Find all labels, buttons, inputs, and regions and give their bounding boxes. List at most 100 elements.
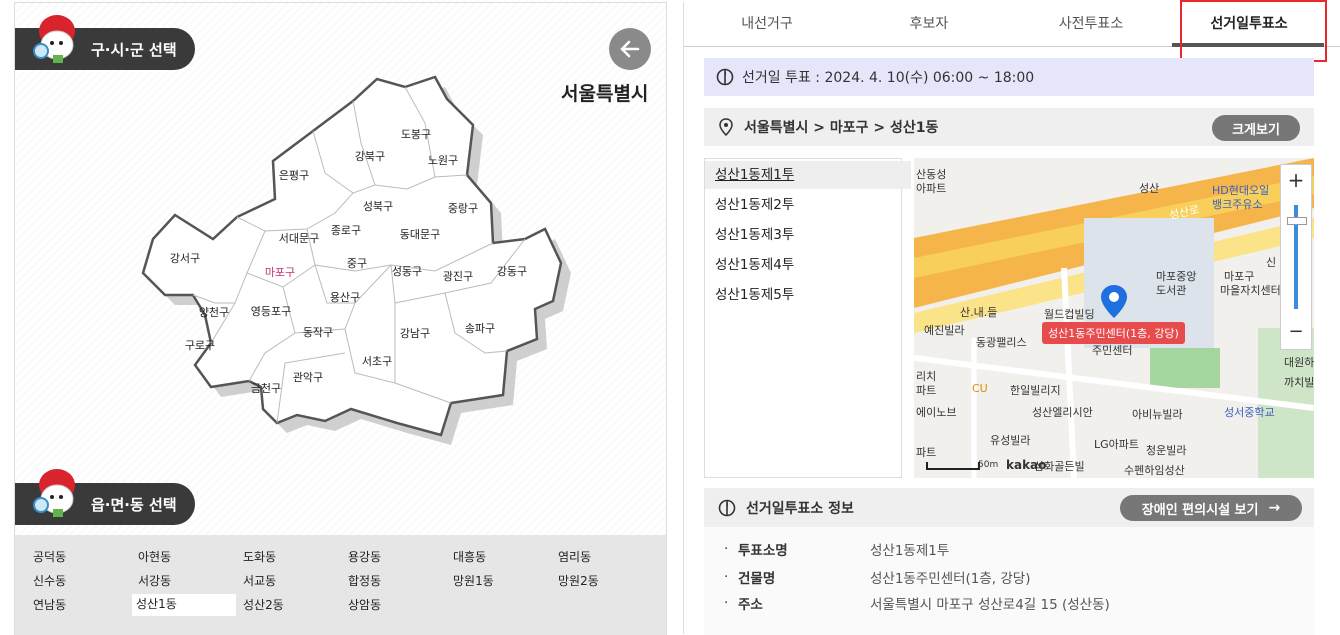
dong-item[interactable]: 성산2동	[239, 595, 337, 615]
dong-list: 공덕동 아현동 도화동 용강동 대흥동 염리동 신수동 서강동 서교동 합정동 …	[15, 535, 666, 635]
district-gwanak[interactable]: 관악구	[293, 369, 323, 385]
station-item-selected[interactable]: 성산1동제1투	[705, 161, 911, 189]
dong-item[interactable]: 용강동	[344, 547, 442, 567]
district-jongno[interactable]: 종로구	[331, 222, 361, 238]
detail-bullet: ·	[724, 595, 729, 611]
district-gangnam[interactable]: 강남구	[400, 325, 430, 341]
detail-label: 건물명	[738, 571, 776, 587]
district-yangcheon[interactable]: 양천구	[199, 304, 229, 320]
dong-item-selected[interactable]: 성산1동	[132, 594, 236, 616]
map-label: 대원하이	[1284, 356, 1314, 369]
district-seongbuk[interactable]: 성북구	[363, 198, 393, 214]
district-gangdong[interactable]: 강동구	[497, 263, 527, 279]
station-list: 성산1동제1투 성산1동제2투 성산1동제3투 성산1동제4투 성산1동제5투	[704, 158, 911, 478]
mascot-icon	[33, 469, 75, 517]
detail-label: 주소	[738, 597, 763, 613]
district-nowon[interactable]: 노원구	[428, 152, 458, 168]
info-title: 선거일투표소 정보	[746, 501, 854, 517]
zoom-out-button[interactable]: −	[1281, 317, 1311, 347]
map-label: 뱅크주유소	[1212, 198, 1263, 211]
dong-item[interactable]: 도화동	[239, 547, 337, 567]
dong-item[interactable]: 합정동	[344, 571, 442, 591]
map-marker-icon[interactable]	[1100, 284, 1128, 320]
location-pin-icon	[719, 118, 733, 136]
vote-time-text: 선거일 투표 : 2024. 4. 10(수) 06:00 ~ 18:00	[742, 70, 1035, 86]
dong-item[interactable]: 대흥동	[449, 547, 547, 567]
dong-item[interactable]: 망원1동	[449, 571, 547, 591]
dong-item[interactable]: 서교동	[239, 571, 337, 591]
detail-value: 성산1동제1투	[870, 543, 950, 559]
district-yongsan[interactable]: 용산구	[330, 289, 360, 305]
zoom-control: + −	[1280, 164, 1312, 350]
detail-value: 성산1동주민센터(1층, 강당)	[870, 571, 1031, 587]
map-label: 수펜하임성산	[1124, 464, 1185, 477]
polling-info-section: 선거일투표소 정보 장애인 편의시설 보기 → · 투표소명 성산1동제1투 ·…	[704, 488, 1314, 635]
map-label: 유성빌라	[990, 434, 1031, 447]
dong-item[interactable]: 상암동	[344, 595, 442, 615]
map-label: 성산	[1139, 182, 1160, 195]
detail-bullet: ·	[724, 541, 729, 557]
map-label: 청운빌라	[1146, 444, 1187, 457]
dong-item[interactable]: 염리동	[554, 547, 652, 567]
district-dongjak[interactable]: 동작구	[303, 324, 333, 340]
district-dobong[interactable]: 도봉구	[401, 126, 431, 142]
station-item[interactable]: 성산1동제4투	[713, 251, 905, 279]
dong-item[interactable]: 서강동	[134, 571, 232, 591]
district-seocho[interactable]: 서초구	[362, 353, 392, 369]
district-guro[interactable]: 구로구	[185, 337, 215, 353]
detail-label: 투표소명	[738, 543, 788, 559]
dong-item[interactable]: 연남동	[29, 595, 127, 615]
map-label: CU	[972, 382, 988, 395]
station-item[interactable]: 성산1동제3투	[713, 221, 905, 249]
district-jung[interactable]: 중구	[347, 255, 367, 271]
map-label: 신	[1266, 256, 1277, 269]
dong-select-label: 읍·면·동 선택	[91, 495, 177, 514]
map-label: 까치빌	[1284, 376, 1314, 389]
station-item[interactable]: 성산1동제2투	[713, 191, 905, 219]
zoom-button[interactable]: 크게보기	[1212, 115, 1300, 141]
dong-item[interactable]: 공덕동	[29, 547, 127, 567]
map-label: 예진빌라	[924, 324, 965, 337]
tab-early-voting[interactable]: 사전투표소	[1026, 2, 1156, 46]
district-seongdong[interactable]: 성동구	[392, 263, 422, 279]
district-yeongdeungpo[interactable]: 영등포구	[251, 303, 291, 319]
detail-value: 서울특별시 마포구 성산로4길 15 (성산동)	[870, 597, 1110, 613]
district-songpa[interactable]: 송파구	[465, 320, 495, 336]
map-label: 파트	[916, 384, 937, 397]
highlight-box	[1180, 0, 1327, 62]
dong-item[interactable]: 아현동	[134, 547, 232, 567]
map-label: 아비뉴빌라	[1132, 408, 1183, 421]
map-label: 한일빌리지	[1010, 384, 1061, 397]
district-gangbuk[interactable]: 강북구	[355, 148, 385, 164]
kakao-map[interactable]: 산동성 아파트 성산 HD현대오일 뱅크주유소 성산로 마포중앙 도서관 마포구…	[914, 158, 1314, 478]
district-gangseo[interactable]: 강서구	[170, 250, 200, 266]
map-label: 아파트	[916, 182, 947, 195]
arrow-right-icon: →	[1268, 500, 1281, 516]
vote-time-bar: 선거일 투표 : 2024. 4. 10(수) 06:00 ~ 18:00	[704, 58, 1314, 96]
clock-icon	[718, 499, 736, 517]
district-gwangjin[interactable]: 광진구	[443, 268, 473, 284]
zoom-in-button[interactable]: +	[1281, 165, 1311, 195]
district-eunpyeong[interactable]: 은평구	[279, 167, 309, 183]
station-item[interactable]: 성산1동제5투	[713, 281, 905, 309]
dong-item[interactable]: 망원2동	[554, 571, 652, 591]
tab-district[interactable]: 내선거구	[702, 2, 832, 46]
detail-bullet: ·	[724, 569, 729, 585]
district-seodaemun[interactable]: 서대문구	[279, 230, 319, 246]
map-label: 도서관	[1156, 284, 1187, 297]
district-dongdaemun[interactable]: 동대문구	[400, 226, 440, 242]
tab-candidates[interactable]: 후보자	[864, 2, 994, 46]
map-label: 동광팰리스	[976, 336, 1027, 349]
map-label: 성서중학교	[1224, 406, 1275, 419]
district-geumcheon[interactable]: 금천구	[251, 380, 281, 396]
zoom-slider-handle[interactable]	[1287, 217, 1307, 225]
map-label: 산.내.들	[960, 306, 998, 319]
accessibility-button[interactable]: 장애인 편의시설 보기 →	[1120, 495, 1302, 521]
info-panel: 내선거구 후보자 사전투표소 선거일투표소 선거일 투표 : 2024. 4. …	[683, 0, 1340, 635]
dong-item[interactable]: 신수동	[29, 571, 127, 591]
map-scale-label: 50m	[978, 460, 999, 470]
region-panel: 구·시·군 선택 서울특별시 도봉구 노원구 강북구 은평구 성북구 중랑구 종…	[14, 2, 667, 635]
district-jungnang[interactable]: 중랑구	[448, 200, 478, 216]
district-mapo[interactable]: 마포구	[265, 264, 295, 280]
kakao-logo: kakao	[1006, 458, 1047, 472]
